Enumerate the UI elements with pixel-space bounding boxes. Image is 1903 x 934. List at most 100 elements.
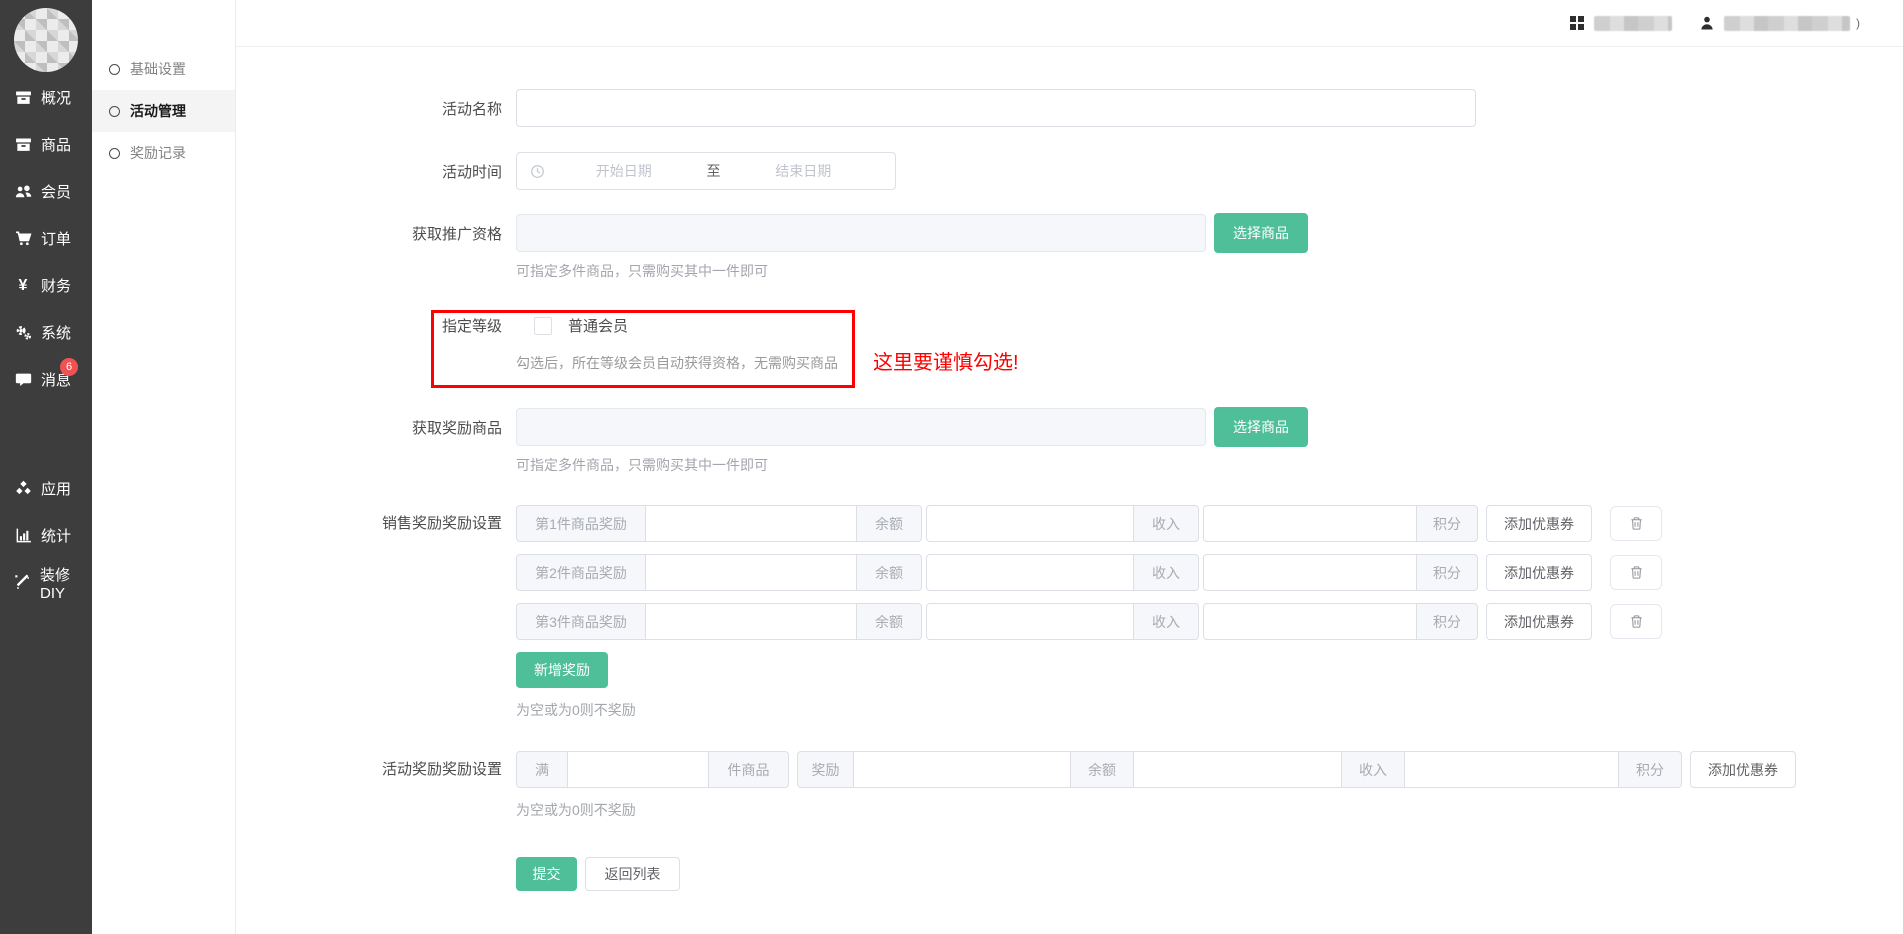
balance-reward-input[interactable] [853, 751, 1071, 788]
income-reward-input[interactable] [926, 505, 1134, 542]
sales-reward-hint: 为空或为0则不奖励 [516, 700, 1903, 720]
submenu-item-activity-management[interactable]: 活动管理 [92, 90, 235, 132]
back-to-list-button[interactable]: 返回列表 [585, 857, 680, 891]
add-coupon-button[interactable]: 添加优惠券 [1486, 554, 1592, 591]
points-reward-input[interactable] [1203, 505, 1417, 542]
user-icon [1700, 16, 1714, 30]
delete-row-button[interactable] [1610, 604, 1662, 639]
sales-reward-section: 销售奖励奖励设置 第1件商品奖励余额 收入 积分 添加优惠券 第2件商品奖励余额… [236, 505, 1903, 640]
shop-name-redacted[interactable] [1594, 16, 1672, 31]
sidebar-item-apps[interactable]: 应用 [0, 465, 92, 512]
balance-reward-input[interactable] [645, 505, 857, 542]
sidebar-item-finance[interactable]: ¥ 财务 [0, 262, 92, 309]
start-date-placeholder: 开始日期 [545, 161, 703, 181]
sidebar-nav-top: 概况 商品 会员 订单 ¥ 财务 系统 消息 6 [0, 74, 92, 403]
full-addon: 满 [516, 751, 568, 788]
promo-hint: 可指定多件商品，只需购买其中一件即可 [516, 261, 1903, 281]
add-coupon-button[interactable]: 添加优惠券 [1690, 751, 1796, 788]
submit-button[interactable]: 提交 [516, 857, 577, 891]
activity-name-row: 活动名称 [236, 89, 1903, 127]
income-addon: 收入 [1341, 751, 1405, 788]
submenu-item-label: 基础设置 [130, 59, 186, 79]
points-reward-input[interactable] [1203, 603, 1417, 640]
points-addon: 积分 [1416, 603, 1478, 640]
promo-qualification-row: 获取推广资格 选择商品 [236, 213, 1903, 253]
reward-goods-hint: 可指定多件商品，只需购买其中一件即可 [516, 455, 1903, 475]
date-range-picker[interactable]: 开始日期 至 结束日期 [516, 152, 896, 190]
points-reward-input[interactable] [1404, 751, 1619, 788]
chat-icon [14, 371, 32, 389]
date-separator: 至 [703, 161, 725, 181]
submenu-item-label: 奖励记录 [130, 143, 186, 163]
sidebar-item-products[interactable]: 商品 [0, 121, 92, 168]
add-reward-button[interactable]: 新增奖励 [516, 652, 608, 688]
reward-goods-label: 获取奖励商品 [236, 417, 516, 438]
balance-reward-input[interactable] [645, 554, 857, 591]
level-option-label: 普通会员 [568, 315, 628, 336]
income-addon: 收入 [1133, 505, 1199, 542]
level-checkbox[interactable] [534, 317, 552, 335]
income-reward-input[interactable] [926, 603, 1134, 640]
submenu-item-reward-records[interactable]: 奖励记录 [92, 132, 235, 174]
balance-reward-input[interactable] [645, 603, 857, 640]
sidebar-item-label: 统计 [41, 525, 71, 546]
sales-reward-rows: 第1件商品奖励余额 收入 积分 添加优惠券 第2件商品奖励余额 收入 积分 添加… [516, 505, 1662, 640]
sidebar-item-members[interactable]: 会员 [0, 168, 92, 215]
select-goods-button[interactable]: 选择商品 [1214, 407, 1308, 447]
top-bar: ) [92, 0, 1903, 47]
circle-icon [109, 64, 120, 75]
delete-row-button[interactable] [1610, 555, 1662, 590]
message-badge: 6 [60, 358, 78, 376]
sidebar-item-orders[interactable]: 订单 [0, 215, 92, 262]
end-date-placeholder: 结束日期 [725, 161, 883, 181]
points-reward-input[interactable] [1203, 554, 1417, 591]
income-reward-input[interactable] [1133, 751, 1342, 788]
delete-row-button[interactable] [1610, 506, 1662, 541]
sidebar-nav-bottom: 应用 统计 装修DIY [0, 465, 92, 606]
trash-icon [1629, 565, 1644, 580]
activity-reward-hint: 为空或为0则不奖励 [516, 800, 1903, 820]
level-label: 指定等级 [236, 315, 516, 336]
threshold-quantity-input[interactable] [567, 751, 709, 788]
sidebar-item-overview[interactable]: 概况 [0, 74, 92, 121]
points-addon: 积分 [1416, 554, 1478, 591]
sidebar-item-statistics[interactable]: 统计 [0, 512, 92, 559]
circle-icon [109, 148, 120, 159]
magic-wand-icon [14, 574, 31, 592]
activity-time-label: 活动时间 [236, 161, 516, 182]
trash-icon [1629, 516, 1644, 531]
points-addon: 积分 [1618, 751, 1682, 788]
row-prefix-addon: 第1件商品奖励 [516, 505, 646, 542]
sidebar-item-label: 会员 [41, 181, 71, 202]
sidebar-item-messages[interactable]: 消息 6 [0, 356, 92, 403]
activity-name-input[interactable] [516, 89, 1476, 127]
add-coupon-button[interactable]: 添加优惠券 [1486, 505, 1592, 542]
submenu-item-label: 活动管理 [130, 101, 186, 121]
level-section: 指定等级 普通会员 勾选后，所在等级会员自动获得资格，无需购买商品 这里要谨慎勾… [236, 310, 1903, 388]
promo-goods-display [516, 214, 1206, 252]
promo-qualification-label: 获取推广资格 [236, 223, 516, 244]
product-box-icon [14, 136, 32, 154]
sidebar-item-label: 订单 [41, 228, 71, 249]
sidebar-item-label: 财务 [41, 275, 71, 296]
sidebar-item-label: 应用 [41, 478, 71, 499]
sidebar-item-decorate-diy[interactable]: 装修DIY [0, 559, 92, 606]
select-goods-button[interactable]: 选择商品 [1214, 213, 1308, 253]
sidebar-item-label: 装修DIY [40, 564, 92, 602]
form-actions: 提交 返回列表 [516, 857, 1903, 891]
sidebar-item-label: 系统 [41, 322, 71, 343]
activity-form: 活动名称 活动时间 开始日期 至 结束日期 获取推广资格 选择商品 可指定多件商… [236, 47, 1903, 934]
activity-reward-label: 活动奖励奖励设置 [236, 751, 516, 788]
sidebar-item-label: 概况 [41, 87, 71, 108]
avatar[interactable] [14, 8, 78, 72]
add-coupon-button[interactable]: 添加优惠券 [1486, 603, 1592, 640]
reward-goods-row: 获取奖励商品 选择商品 [236, 407, 1903, 447]
balance-addon: 余额 [1070, 751, 1134, 788]
main-sidebar: 概况 商品 会员 订单 ¥ 财务 系统 消息 6 应用 [0, 0, 92, 934]
submenu-item-basic-settings[interactable]: 基础设置 [92, 48, 235, 90]
grid-icon [1570, 16, 1584, 30]
income-reward-input[interactable] [926, 554, 1134, 591]
sidebar-item-system[interactable]: 系统 [0, 309, 92, 356]
username-redacted[interactable] [1724, 16, 1850, 31]
sales-reward-row-2: 第2件商品奖励余额 收入 积分 添加优惠券 [516, 554, 1662, 591]
